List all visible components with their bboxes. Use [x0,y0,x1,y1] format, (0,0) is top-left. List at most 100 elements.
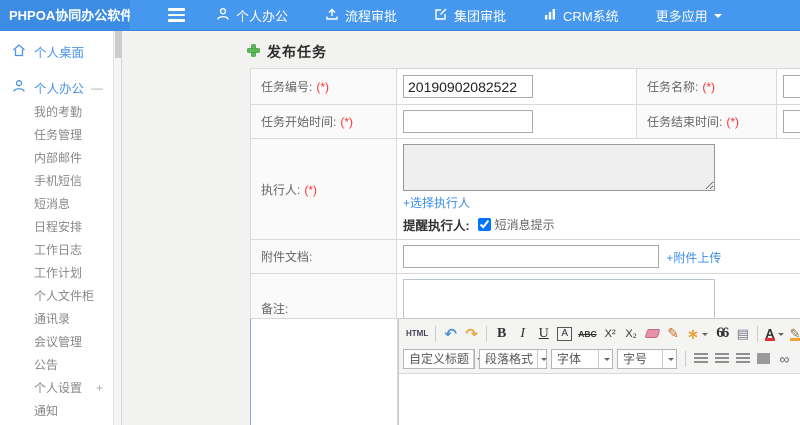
person-icon [12,79,34,96]
chevron-down-icon [541,357,548,364]
editor-toolbar: HTML ↶ ↷ B I U A ABC X² X₂ ✎ ∗ 66 ▤ A ✎ … [399,319,800,374]
chevron-down-icon [713,13,722,22]
undo-icon[interactable]: ↶ [443,324,458,343]
sidebar-item-short-message[interactable]: 短消息 [0,193,113,216]
bold-button[interactable]: B [494,324,509,343]
expand-icon[interactable]: + [96,377,103,400]
required-mark: (*) [702,80,716,94]
home-icon [12,43,34,60]
task-name-input[interactable] [783,75,800,98]
font-size-select[interactable]: 字号 [617,348,677,369]
executor-textarea[interactable] [403,144,715,191]
align-left-icon[interactable] [693,349,708,368]
table-row: 附件文档: +附件上传 [250,239,800,274]
highlight-color-button[interactable]: ✎ [789,324,800,343]
chevron-down-icon [604,357,610,364]
superscript-button[interactable]: X² [603,324,618,343]
sidebar-item-file-cabinet[interactable]: 个人文件柜 [0,285,113,308]
task-no-label: 任务编号: (*) [250,68,397,105]
remind-executor-label: 提醒执行人: [403,219,470,233]
sidebar-item-schedule[interactable]: 日程安排 [0,216,113,239]
editor-label-cell [250,318,398,425]
sidebar-item-desktop[interactable]: 个人桌面 [0,38,113,65]
sidebar-item-sms[interactable]: 手机短信 [0,170,113,193]
required-mark: (*) [726,115,740,129]
sidebar-item-internal-mail[interactable]: 内部邮件 [0,147,113,170]
attachment-upload-link[interactable]: +附件上传 [666,251,721,265]
edit-icon [434,7,454,24]
paragraph-format-select[interactable]: 段落格式 [479,348,548,369]
end-time-input[interactable] [783,110,800,133]
html-source-button[interactable]: HTML [406,324,428,343]
editor-content-area[interactable] [399,374,800,425]
format-brush-icon[interactable]: ✎ [666,324,681,343]
required-mark: (*) [316,80,330,94]
sidebar-item-work-log[interactable]: 工作日志 [0,239,113,262]
sidebar-section-personal-office[interactable]: 个人办公 — [0,74,113,101]
required-mark: (*) [340,115,354,129]
remove-format-eraser-icon[interactable] [644,324,661,343]
end-time-label: 任务结束时间: (*) [636,104,777,139]
redo-icon[interactable]: ↷ [464,324,479,343]
person-icon [216,7,236,24]
nav-personal-office[interactable]: 个人办公 [204,0,300,31]
scrollbar-thumb[interactable] [115,31,122,58]
nav-group-approval[interactable]: 集团审批 [422,0,518,31]
italic-button[interactable]: I [515,324,530,343]
task-no-input[interactable] [403,75,533,98]
blockquote-button[interactable]: 66 [714,324,729,343]
sidebar-item-task-management[interactable]: 任务管理 [0,124,113,147]
sidebar: 个人桌面 个人办公 — 我的考勤 任务管理 内部邮件 手机短信 短消息 日程安排… [0,31,113,425]
quick-format-icon[interactable]: ∗ [687,324,709,343]
topbar: PHPOA协同办公软件 个人办公 流程审批 集团审批 CRM系统 更多应用 [0,0,800,31]
page-title: 发布任务 [247,42,327,62]
table-row: 任务开始时间: (*) 任务结束时间: (*) [250,104,800,139]
task-name-label: 任务名称: (*) [636,68,777,105]
app-logo: PHPOA协同办公软件 [0,0,130,31]
collapse-icon[interactable]: — [91,81,103,95]
rich-text-editor: HTML ↶ ↷ B I U A ABC X² X₂ ✎ ∗ 66 ▤ A ✎ … [398,318,800,425]
strikethrough-button[interactable]: ABC [578,324,596,343]
publish-task-form: 任务编号:(*) 任务名称:(*) 任务开始时间:(*) 任务结束时间:(*) … [250,68,800,344]
font-family-select[interactable]: 字体 [551,348,613,369]
select-executor-link[interactable]: +选择执行人 [403,196,470,210]
heading-style-select[interactable]: 自定义标题 [403,348,484,369]
sms-remind-checkbox[interactable] [477,218,491,231]
subscript-button[interactable]: X₂ [624,324,639,343]
executor-label: 执行人: (*) [250,138,397,240]
upload-tray-icon [325,7,345,24]
editor-row: HTML ↶ ↷ B I U A ABC X² X₂ ✎ ∗ 66 ▤ A ✎ … [250,318,800,425]
nav-crm[interactable]: CRM系统 [531,0,631,31]
align-right-icon[interactable] [735,349,750,368]
nav-process-approval[interactable]: 流程审批 [313,0,409,31]
required-mark: (*) [304,182,318,197]
align-center-icon[interactable] [714,349,729,368]
bar-chart-icon [543,7,563,24]
sidebar-item-work-plan[interactable]: 工作计划 [0,262,113,285]
font-border-button[interactable]: A [557,326,573,341]
menu-toggle-icon[interactable] [168,8,185,22]
sidebar-item-contacts[interactable]: 通讯录 [0,308,113,331]
attachment-label: 附件文档: [250,239,397,274]
table-row: 执行人: (*) +选择执行人 提醒执行人: 短消息提示 [250,138,800,240]
table-row: 任务编号:(*) 任务名称:(*) [250,68,800,105]
align-justify-icon[interactable] [756,349,771,368]
sidebar-item-announcement[interactable]: 公告 [0,354,113,377]
nav-more-apps[interactable]: 更多应用 [644,0,734,31]
underline-button[interactable]: U [536,324,551,343]
sidebar-item-meeting[interactable]: 会议管理 [0,331,113,354]
link-icon[interactable]: ∞ [777,349,792,368]
sidebar-item-attendance[interactable]: 我的考勤 [0,101,113,124]
start-time-label: 任务开始时间: (*) [250,104,397,139]
paste-template-icon[interactable]: ▤ [735,324,750,343]
top-nav: 个人办公 流程审批 集团审批 CRM系统 更多应用 [204,0,747,31]
sidebar-item-notice[interactable]: 通知 [0,400,113,423]
start-time-input[interactable] [403,110,533,133]
attachment-input[interactable] [403,245,659,268]
sidebar-item-settings[interactable]: 个人设置 + [0,377,113,400]
main-content: 发布任务 任务编号:(*) 任务名称:(*) 任务开始时间:(*) 任务结束时间… [122,31,800,425]
font-color-button[interactable]: A [765,324,784,343]
sms-remind-option-label: 短消息提示 [494,218,555,232]
sidebar-scrollbar[interactable] [113,31,122,425]
toolbar-row-2: 自定义标题 段落格式 字体 字号 ∞ ⊘ [403,346,800,371]
